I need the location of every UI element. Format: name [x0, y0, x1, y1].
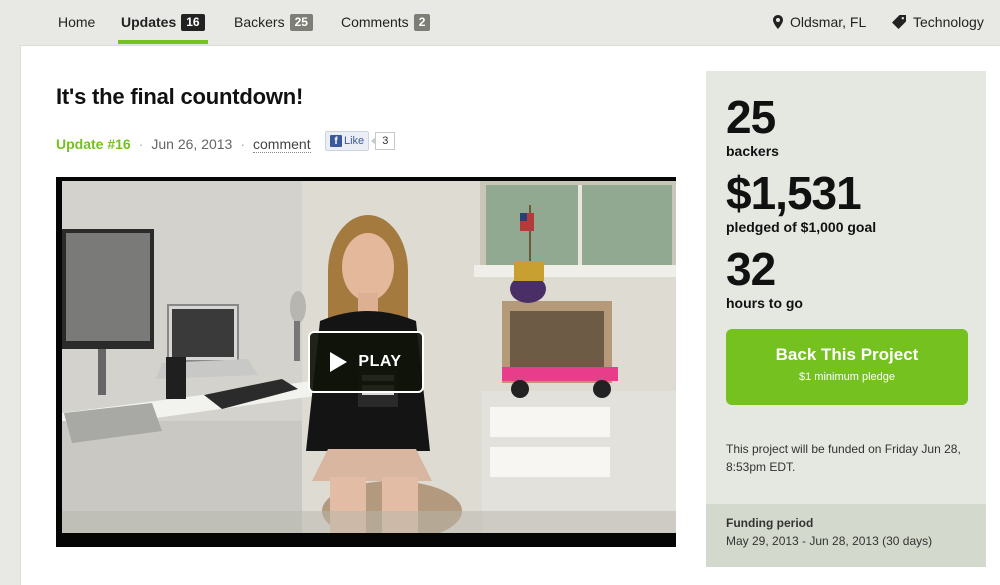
tab-comments-label: Comments [341, 14, 409, 30]
play-icon [330, 352, 348, 372]
comments-count-badge: 2 [413, 13, 431, 31]
project-sidebar: 25 backers $1,531 pledged of $1,000 goal… [706, 71, 986, 567]
post-title: It's the final countdown! [56, 84, 304, 109]
funding-period: Funding period May 29, 2013 - Jun 28, 20… [706, 504, 986, 567]
location-label: Oldsmar, FL [790, 14, 867, 30]
back-this-project-button[interactable]: Back This Project $1 minimum pledge [726, 329, 968, 405]
update-number[interactable]: Update #16 [56, 136, 131, 152]
pledged-label: pledged of $1,000 goal [726, 219, 877, 235]
backers-count-badge: 25 [289, 13, 313, 31]
tab-home-label: Home [58, 14, 96, 30]
tab-updates-label: Updates [121, 14, 177, 30]
play-label: PLAY [358, 353, 402, 370]
meta-separator: · [240, 136, 246, 152]
funding-period-range: May 29, 2013 - Jun 28, 2013 (30 days) [726, 534, 933, 548]
facebook-like-label: Like [344, 135, 365, 147]
backers-count: 25 [726, 91, 776, 143]
facebook-like-widget: f Like 3 [325, 131, 396, 151]
top-nav: Home Updates 16 Backers 25 Comments 2 Ol… [0, 0, 1000, 44]
tab-backers[interactable]: Backers 25 [234, 0, 313, 44]
post-meta: Update #16 · Jun 26, 2013 · comment [56, 133, 311, 155]
facebook-like-count: 3 [371, 132, 396, 150]
pledged-amount: $1,531 [726, 167, 862, 219]
category-label: Technology [913, 14, 984, 30]
facebook-like-button[interactable]: f Like [325, 131, 370, 151]
facebook-icon: f [330, 135, 342, 147]
map-pin-icon [773, 15, 783, 29]
hours-count: 32 [726, 243, 776, 295]
comment-link[interactable]: comment [253, 136, 311, 153]
funding-period-heading: Funding period [726, 516, 814, 530]
tab-home[interactable]: Home [58, 0, 95, 44]
backers-label: backers [726, 143, 779, 159]
hours-label: hours to go [726, 295, 803, 311]
tab-backers-label: Backers [234, 14, 285, 30]
meta-separator: · [138, 136, 144, 152]
tab-updates[interactable]: Updates 16 [118, 0, 208, 44]
back-button-subtitle: $1 minimum pledge [799, 371, 895, 383]
play-button[interactable]: PLAY [308, 331, 424, 393]
updates-count-badge: 16 [181, 13, 205, 31]
location-link[interactable]: Oldsmar, FL [773, 0, 866, 44]
category-link[interactable]: Technology [892, 0, 984, 44]
tag-icon [892, 15, 906, 29]
back-button-title: Back This Project [775, 345, 919, 364]
post-date: Jun 26, 2013 [151, 136, 233, 152]
funded-note: This project will be funded on Friday Ju… [726, 442, 961, 474]
tab-comments[interactable]: Comments 2 [341, 0, 431, 44]
